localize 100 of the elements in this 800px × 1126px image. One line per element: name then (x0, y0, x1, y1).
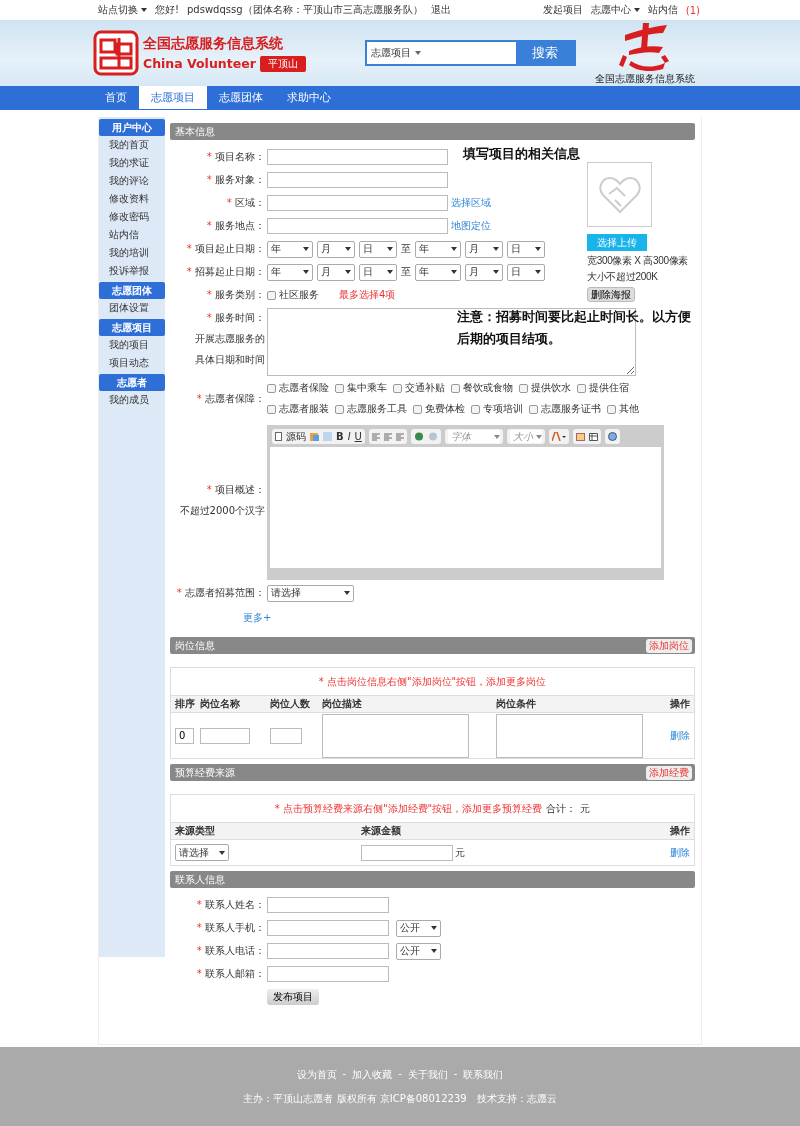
align-icon[interactable] (395, 432, 404, 441)
bold-button[interactable]: B (336, 430, 344, 443)
field-link[interactable]: 地图定位 (451, 219, 491, 233)
checkbox-option[interactable]: 餐饮或食物 (451, 379, 513, 397)
checkbox-option[interactable]: 交通补贴 (393, 379, 445, 397)
dropdown[interactable]: 请选择 (175, 844, 229, 861)
checkbox-option[interactable]: 社区服务 (267, 286, 319, 304)
globe-icon[interactable] (607, 432, 617, 441)
text-field[interactable] (200, 727, 250, 744)
caret-icon (141, 8, 147, 12)
sidebar-item[interactable]: 修改密码 (99, 208, 165, 226)
unread-count: (1) (685, 4, 700, 16)
link-icon[interactable] (413, 432, 424, 441)
publish-button[interactable]: 发布项目 (267, 989, 319, 1005)
text-field[interactable] (267, 966, 389, 982)
checkbox-option[interactable]: 志愿者服装 (267, 400, 329, 418)
caret-icon (303, 247, 309, 251)
checkbox-option[interactable]: 志愿服务证书 (529, 400, 601, 418)
text-field[interactable] (267, 195, 448, 211)
dropdown[interactable]: 年 (415, 240, 461, 258)
dropdown[interactable]: 年 (415, 263, 461, 281)
field-link[interactable]: 选择区域 (451, 196, 491, 210)
top-link[interactable]: 志愿中心 (590, 3, 640, 17)
dropdown[interactable]: 日 (359, 240, 397, 258)
dropdown[interactable]: 日 (507, 240, 545, 258)
sidebar-item[interactable]: 投诉举报 (99, 262, 165, 280)
more-link[interactable]: 更多+ (243, 611, 695, 625)
image-icon[interactable] (575, 432, 585, 441)
editor-area[interactable] (270, 447, 661, 568)
text-field[interactable] (267, 897, 389, 913)
table-icon[interactable] (588, 432, 598, 441)
add-funding-button[interactable]: 添加经费 (646, 765, 692, 780)
sidebar-item[interactable]: 团体设置 (99, 299, 165, 317)
text-field[interactable] (270, 727, 302, 744)
nav-tab[interactable]: 志愿项目 (139, 86, 207, 109)
sidebar-item[interactable]: 我的培训 (99, 244, 165, 262)
caret-icon (451, 270, 457, 274)
checkbox-option[interactable]: 志愿服务工具 (335, 400, 407, 418)
align-icon[interactable] (371, 432, 380, 441)
align-icon[interactable] (383, 432, 392, 441)
search-button[interactable]: 搜索 (516, 42, 574, 64)
top-link[interactable]: 发起项目 (542, 3, 583, 17)
checkbox-option[interactable]: 其他 (607, 400, 639, 418)
sidebar-item[interactable]: 我的评论 (99, 172, 165, 190)
italic-button[interactable]: I (347, 430, 351, 443)
delete-link[interactable]: 删除 (670, 845, 690, 860)
sidebar-item[interactable]: 修改资料 (99, 190, 165, 208)
dropdown[interactable]: 月 (465, 240, 503, 258)
text-field[interactable] (267, 172, 448, 188)
column-header: 来源类型 (175, 824, 216, 838)
nav-tab[interactable]: 志愿团体 (207, 86, 275, 109)
rich-text-editor[interactable]: 源码 B I U 字体 大小 (267, 425, 664, 580)
dropdown[interactable]: 年 (267, 263, 313, 281)
site-switch-menu[interactable]: 站点切换 (98, 3, 147, 17)
dropdown[interactable]: 月 (317, 263, 355, 281)
checkbox-option[interactable]: 提供住宿 (577, 379, 629, 397)
text-color-icon[interactable] (551, 432, 566, 441)
caret-icon (345, 270, 351, 274)
amount-field[interactable] (361, 844, 453, 861)
column-header: 操作 (670, 697, 690, 711)
dropdown[interactable]: 月 (465, 263, 503, 281)
sidebar-item[interactable]: 我的首页 (99, 136, 165, 154)
dropdown[interactable]: 月 (317, 240, 355, 258)
sidebar-item[interactable]: 我的项目 (99, 336, 165, 354)
checkbox-option[interactable]: 专项培训 (471, 400, 523, 418)
checkbox-option[interactable]: 集中乘车 (335, 379, 387, 397)
order-field[interactable]: 0 (175, 727, 194, 744)
column-header: 岗位条件 (496, 697, 537, 711)
dropdown[interactable]: 日 (359, 263, 397, 281)
text-field[interactable] (267, 149, 448, 165)
text-field[interactable] (267, 943, 389, 959)
sidebar-item[interactable]: 项目动态 (99, 354, 165, 372)
inbox-link[interactable]: 站内信 (647, 3, 678, 17)
delete-poster-button[interactable]: 删除海报 (587, 287, 635, 302)
field-label: * 项目起止日期： (186, 242, 265, 256)
nav-tab[interactable]: 首页 (93, 86, 139, 109)
dropdown[interactable]: 日 (507, 263, 545, 281)
logout-link[interactable]: 退出 (430, 3, 451, 17)
sidebar-item[interactable]: 我的成员 (99, 391, 165, 409)
dropdown[interactable]: 年 (267, 240, 313, 258)
text-field[interactable] (267, 218, 448, 234)
sidebar-item[interactable]: 站内信 (99, 226, 165, 244)
nav-tab[interactable]: 求助中心 (275, 86, 343, 109)
search-bar[interactable]: 志愿项目 搜索 (365, 40, 576, 66)
delete-link[interactable]: 删除 (670, 728, 690, 743)
add-position-button[interactable]: 添加岗位 (646, 638, 692, 653)
checkbox-option[interactable]: 提供饮水 (519, 379, 571, 397)
document-icon[interactable] (275, 432, 282, 441)
sidebar-item[interactable]: 我的求证 (99, 154, 165, 172)
search-category[interactable]: 志愿项目 (371, 46, 411, 60)
dropdown[interactable]: 公开 (396, 942, 441, 960)
checkbox-option[interactable]: 免费体检 (413, 400, 465, 418)
source-button[interactable]: 源码 (286, 430, 306, 443)
dropdown[interactable]: 公开 (396, 919, 441, 937)
caret-icon (493, 434, 500, 439)
dropdown[interactable]: 请选择 (267, 584, 354, 602)
checkbox-option[interactable]: 志愿者保险 (267, 379, 329, 397)
unlink-icon[interactable] (427, 432, 438, 441)
underline-button[interactable]: U (354, 430, 362, 443)
text-field[interactable] (267, 920, 389, 936)
